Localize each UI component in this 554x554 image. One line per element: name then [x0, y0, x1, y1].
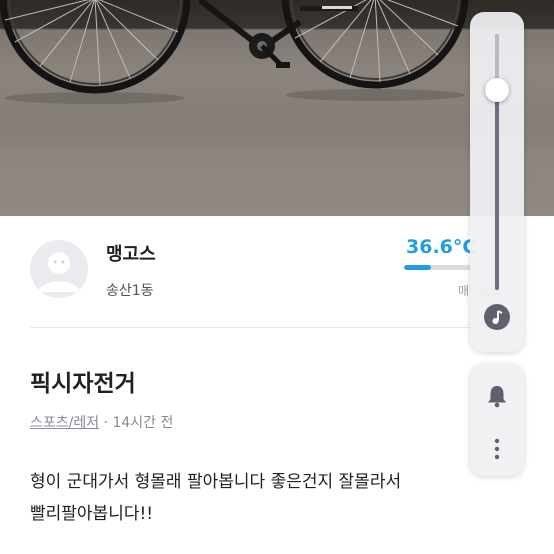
seller-name[interactable]: 맹고스 [106, 240, 156, 266]
post-time: · 14시간 전 [103, 415, 174, 431]
manner-temperature: 36.6°C [406, 236, 477, 258]
manner-temperature-bar-fill [404, 265, 431, 270]
default-avatar-icon [38, 252, 80, 292]
post-description-line: 형이 군대가서 형몰래 팔아봅니다 좋은건지 잘몰라서 [30, 472, 402, 492]
seller-avatar[interactable] [30, 240, 88, 298]
volume-panel [470, 12, 524, 352]
volume-slider-fill [495, 90, 499, 290]
music-note-icon[interactable] [484, 304, 510, 330]
post-title: 픽시자전거 [30, 371, 136, 397]
manner-temperature-bar [404, 265, 474, 270]
post-category-link[interactable]: 스포츠/레저 [30, 415, 99, 431]
volume-slider-thumb[interactable] [485, 78, 509, 103]
post-description-line: 빨리팔아봅니다!! [30, 504, 154, 524]
post-description: 형이 군대가서 형몰래 팔아봅니다 좋은건지 잘몰라서 빨리팔아봅니다!! [30, 466, 530, 530]
section-divider [30, 327, 524, 328]
volume-slider[interactable] [495, 34, 499, 290]
sound-mode-panel [470, 364, 524, 476]
post-meta: 스포츠/레저 · 14시간 전 [30, 412, 173, 432]
bell-icon[interactable] [486, 384, 508, 408]
more-vertical-icon[interactable] [494, 438, 500, 460]
seller-location: 송산1동 [106, 283, 154, 299]
